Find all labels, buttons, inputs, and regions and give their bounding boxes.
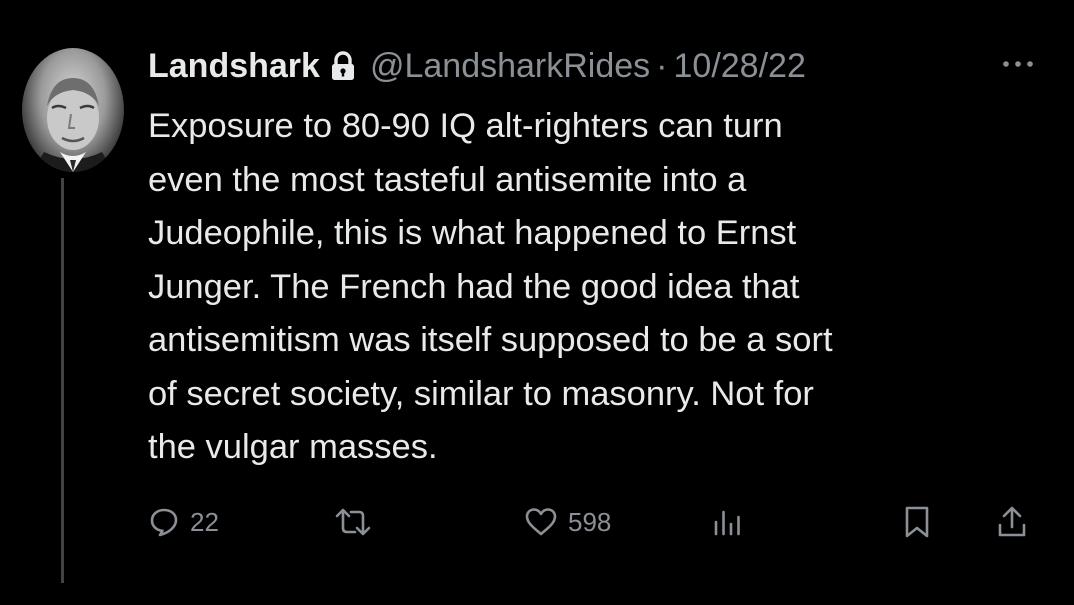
tweet-header: Landshark @LandsharkRides · 10/28/22 bbox=[148, 44, 806, 88]
retweet-icon bbox=[335, 508, 371, 536]
reply-count: 22 bbox=[190, 506, 219, 537]
tweet[interactable]: Landshark @LandsharkRides · 10/28/22 Exp… bbox=[0, 0, 1074, 605]
retweet-button[interactable] bbox=[333, 498, 373, 546]
author-name[interactable]: Landshark bbox=[148, 44, 320, 88]
like-icon bbox=[525, 508, 557, 536]
tweet-text: Exposure to 80-90 IQ alt-righters can tu… bbox=[148, 107, 833, 466]
tweet-date[interactable]: 10/28/22 bbox=[674, 44, 806, 88]
avatar-photo bbox=[32, 78, 114, 172]
header-separator: · bbox=[656, 47, 668, 85]
views-button[interactable] bbox=[712, 498, 742, 546]
reply-icon bbox=[150, 508, 178, 537]
lock-icon bbox=[330, 51, 356, 81]
views-icon bbox=[714, 510, 740, 536]
share-button[interactable] bbox=[996, 498, 1028, 546]
share-icon bbox=[998, 506, 1026, 537]
author-handle[interactable]: @LandsharkRides bbox=[370, 44, 650, 88]
reply-button[interactable]: 22 bbox=[148, 498, 219, 546]
bookmark-button[interactable] bbox=[902, 498, 932, 546]
more-icon[interactable] bbox=[1000, 54, 1036, 74]
action-bar: 22 598 bbox=[0, 498, 1074, 546]
avatar[interactable] bbox=[22, 48, 124, 172]
like-count: 598 bbox=[568, 506, 612, 537]
bookmark-icon bbox=[905, 506, 929, 538]
like-button[interactable]: 598 bbox=[524, 498, 611, 546]
